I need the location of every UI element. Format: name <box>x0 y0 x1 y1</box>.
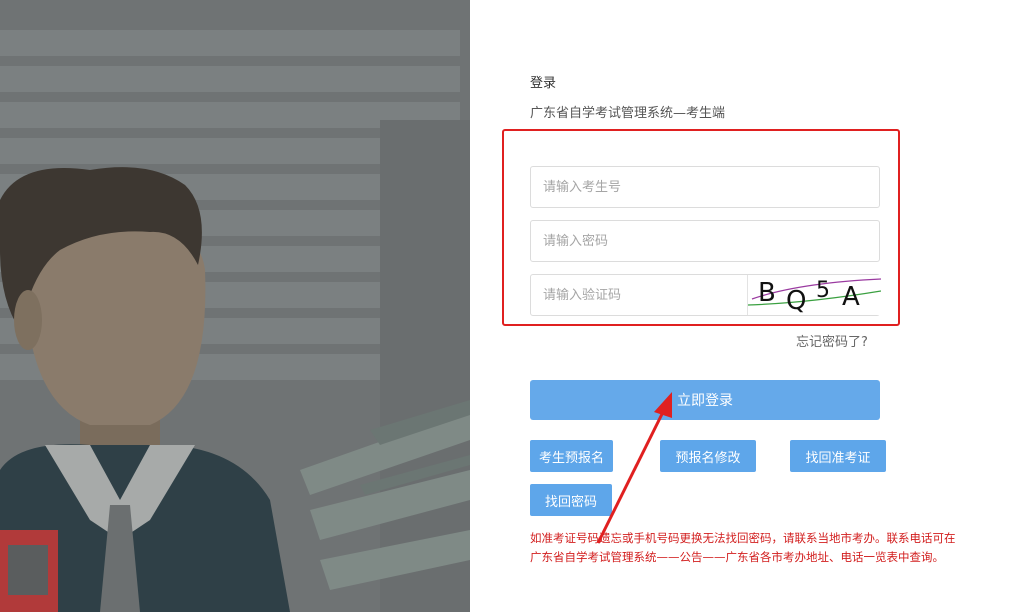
modify-preregistration-button[interactable]: 预报名修改 <box>660 440 756 472</box>
retrieve-admission-ticket-button[interactable]: 找回准考证 <box>790 440 886 472</box>
captcha-input[interactable] <box>531 275 746 315</box>
captcha-field: B Q 5 A <box>530 274 881 316</box>
notice-text: 如准考证号码遗忘或手机号码更换无法找回密码，请联系当地市考办。联系电话可在 广东… <box>530 529 1000 567</box>
preregister-button[interactable]: 考生预报名 <box>530 440 613 472</box>
person-illustration <box>0 0 470 612</box>
forgot-password-link[interactable]: 忘记密码了? <box>796 331 868 350</box>
login-button[interactable]: 立即登录 <box>530 380 880 420</box>
captcha-image[interactable]: B Q 5 A <box>747 275 881 315</box>
system-subtitle: 广东省自学考试管理系统—考生端 <box>530 106 726 121</box>
notice-line-1: 如准考证号码遗忘或手机号码更换无法找回密码，请联系当地市考办。联系电话可在 <box>530 531 956 545</box>
captcha-char-2: Q <box>786 286 806 315</box>
illustration-panel <box>0 0 470 612</box>
retrieve-password-button[interactable]: 找回密码 <box>530 484 612 516</box>
captcha-char-1: B <box>758 278 776 308</box>
captcha-char-3: 5 <box>816 278 830 303</box>
captcha-char-4: A <box>842 282 860 312</box>
password-input[interactable] <box>530 220 880 262</box>
login-title: 登录 <box>530 76 557 91</box>
student-id-input[interactable] <box>530 166 880 208</box>
notice-line-2: 广东省自学考试管理系统——公告——广东省各市考办地址、电话一览表中查询。 <box>530 550 944 564</box>
